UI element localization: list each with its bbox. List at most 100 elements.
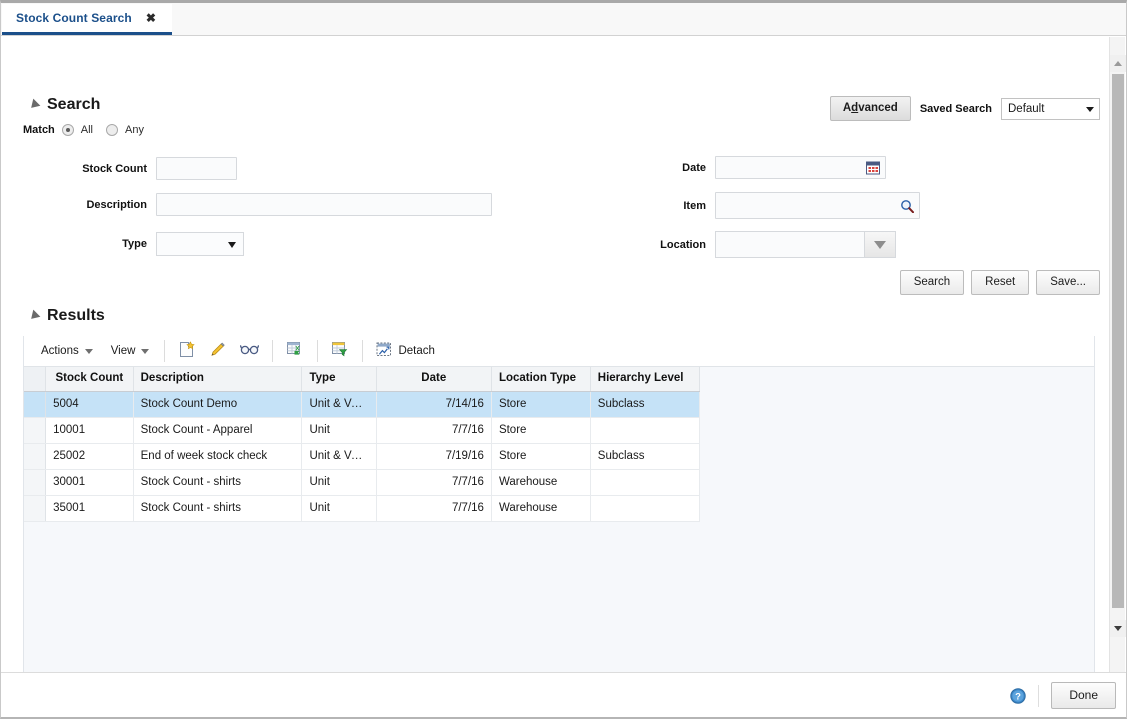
location-dropdown[interactable] [715,231,896,258]
column-header-description[interactable]: Description [133,367,302,391]
radio-match-any-label[interactable]: Any [125,124,144,136]
field-date: Date [621,156,886,179]
edit-button[interactable] [202,338,233,364]
search-button[interactable]: Search [900,270,964,295]
description-input[interactable] [156,193,492,216]
cell-stock-count[interactable]: 35001 [46,495,134,521]
column-header-date[interactable]: Date [376,367,491,391]
cell-description: Stock Count - shirts [133,469,302,495]
cell-stock-count[interactable]: 30001 [46,469,134,495]
detach-label: Detach [398,345,434,357]
search-action-buttons: Search Reset Save... [900,270,1100,295]
location-label: Location [621,239,706,251]
radio-match-all[interactable] [62,124,74,136]
table-row[interactable]: 5004Stock Count DemoUnit & Value7/14/16S… [24,391,700,417]
toolbar-separator [272,340,273,362]
dropdown-icon[interactable] [864,232,895,257]
cell-description: Stock Count - shirts [133,495,302,521]
view-button[interactable] [233,338,266,364]
row-header-corner [24,367,46,391]
scroll-down-icon[interactable] [1110,620,1126,637]
field-item: Item [621,192,920,219]
row-selector[interactable] [24,417,46,443]
cell-location-type: Warehouse [491,469,590,495]
close-icon[interactable]: ✖ [146,12,156,24]
done-button[interactable]: Done [1051,682,1116,709]
cell-stock-count[interactable]: 25002 [46,443,134,469]
radio-match-any[interactable] [106,124,118,136]
cell-date: 7/14/16 [376,391,491,417]
row-selector[interactable] [24,469,46,495]
cell-stock-count[interactable]: 10001 [46,417,134,443]
field-location: Location [621,231,896,258]
advanced-button[interactable]: Advanced [830,96,911,121]
cell-type: Unit [302,469,376,495]
save-button[interactable]: Save... [1036,270,1100,295]
chevron-down-icon [85,349,93,354]
stock-count-input[interactable] [156,157,237,180]
cell-description: Stock Count - Apparel [133,417,302,443]
type-dropdown[interactable] [156,232,244,256]
actions-menu[interactable]: Actions [32,339,102,363]
radio-match-all-label[interactable]: All [81,124,93,136]
results-section-title: Results [47,307,105,325]
column-header-stock-count[interactable]: Stock Count [46,367,134,391]
stock-count-label: Stock Count [23,163,147,175]
column-header-type[interactable]: Type [302,367,376,391]
results-section-header[interactable]: Results [30,307,105,325]
toolbar-separator [317,340,318,362]
scroll-up-icon[interactable] [1110,55,1126,72]
results-table: Stock Count Description Type Date Locati… [24,367,700,522]
detach-button[interactable]: Detach [369,338,441,364]
cell-type: Unit & Value [302,391,376,417]
search-section-header[interactable]: Search [30,96,100,114]
description-label: Description [23,199,147,211]
cell-date: 7/19/16 [376,443,491,469]
column-header-location-type[interactable]: Location Type [491,367,590,391]
row-selector[interactable] [24,495,46,521]
date-input[interactable] [715,156,886,179]
tab-stock-count-search[interactable]: Stock Count Search ✖ [2,4,172,35]
view-menu-label: View [111,345,136,357]
chevron-down-icon [228,242,236,248]
vertical-scrollbar[interactable] [1109,37,1125,672]
cell-hierarchy-level: Subclass [590,443,699,469]
cell-hierarchy-level: Subclass [590,391,699,417]
table-row[interactable]: 10001Stock Count - ApparelUnit7/7/16Stor… [24,417,700,443]
disclosure-triangle-icon[interactable] [28,99,41,112]
toolbar-separator [164,340,165,362]
column-header-hierarchy-level[interactable]: Hierarchy Level [590,367,699,391]
row-selector[interactable] [24,391,46,417]
row-selector[interactable] [24,443,46,469]
cell-stock-count[interactable]: 5004 [46,391,134,417]
reset-button[interactable]: Reset [971,270,1029,295]
chevron-down-icon [1086,107,1094,112]
cell-type: Unit [302,417,376,443]
date-label: Date [621,162,706,174]
calendar-icon[interactable] [866,161,880,174]
export-to-excel-button[interactable]: X [279,338,311,364]
field-description: Description [23,193,492,216]
cell-description: End of week stock check [133,443,302,469]
table-row[interactable]: 30001Stock Count - shirtsUnit7/7/16Wareh… [24,469,700,495]
search-icon[interactable] [900,199,914,213]
query-by-example-button[interactable] [324,338,356,364]
disclosure-triangle-icon[interactable] [28,310,41,323]
tab-strip: Stock Count Search ✖ [1,3,1127,36]
scrollbar-thumb[interactable] [1112,74,1124,608]
cell-location-type: Warehouse [491,495,590,521]
application-window: Stock Count Search ✖ Search Match All An… [0,0,1127,719]
results-panel: Actions View [23,336,1095,674]
table-row[interactable]: 25002End of week stock checkUnit & Value… [24,443,700,469]
match-label: Match [23,124,55,136]
saved-search-select[interactable]: Default [1001,98,1100,120]
help-icon[interactable]: ? [1010,688,1026,704]
cell-date: 7/7/16 [376,495,491,521]
item-input[interactable] [715,192,920,219]
create-button[interactable] [171,338,202,364]
cell-date: 7/7/16 [376,417,491,443]
table-header-row: Stock Count Description Type Date Locati… [24,367,700,391]
table-row[interactable]: 35001Stock Count - shirtsUnit7/7/16Wareh… [24,495,700,521]
view-menu[interactable]: View [102,339,159,363]
create-icon [178,341,195,361]
